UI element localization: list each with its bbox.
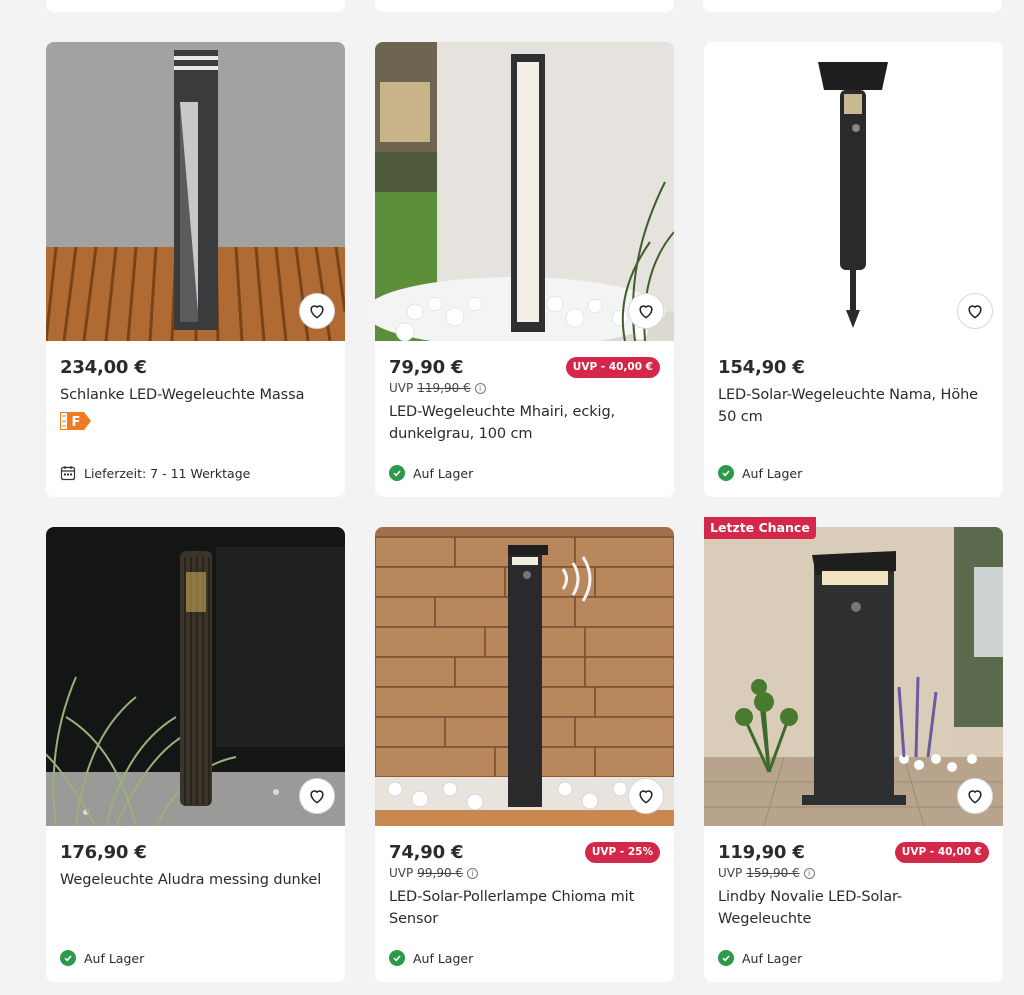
info-icon[interactable]: i [474,382,486,394]
heart-icon [310,790,324,804]
heart-icon [639,790,653,804]
energy-class-icon: F [60,412,91,430]
discount-badge: UVP - 40,00 € [565,357,660,378]
product-photo [375,42,674,341]
uvp-price-row: UVP 159,90 € i [718,865,989,881]
wishlist-button[interactable] [628,293,664,329]
uvp-price: 99,90 € [417,866,464,880]
stock-status: Auf Lager [60,950,144,966]
energy-label[interactable]: F [60,412,331,430]
product-image[interactable] [46,527,345,826]
stock-text: Auf Lager [84,950,145,966]
product-photo [46,527,345,826]
product-title[interactable]: Lindby Novalie LED-Solar-Wegeleuchte [718,886,989,930]
stock-text: Auf Lager [742,465,803,481]
product-card[interactable]: 176,90 € Wegeleuchte Aludra messing dunk… [46,527,345,982]
stock-status: Auf Lager [718,465,802,481]
product-price: 234,00 € [60,357,147,378]
product-card[interactable]: 74,90 € UVP 99,90 € i UVP - 25% LED-Sola… [375,527,674,982]
stock-status: Auf Lager [389,950,473,966]
product-info: 234,00 € Schlanke LED-Wegeleuchte Massa … [46,341,345,497]
stock-text: Auf Lager [413,950,474,966]
wishlist-button[interactable] [299,293,335,329]
product-image[interactable] [375,527,674,826]
product-photo [704,527,1003,826]
check-circle-icon [718,950,734,966]
product-card[interactable]: 154,90 € LED-Solar-Wegeleuchte Nama, Höh… [704,42,1003,497]
product-grid: 234,00 € Schlanke LED-Wegeleuchte Massa … [46,42,1003,982]
product-price: 154,90 € [718,357,805,378]
product-image[interactable] [375,42,674,341]
heart-icon [639,305,653,319]
uvp-price-row: UVP 119,90 € i [389,380,660,396]
uvp-price: 159,90 € [746,866,800,880]
product-info: 79,90 € UVP 119,90 € i UVP - 40,00 € LED… [375,341,674,497]
product-info: 119,90 € UVP 159,90 € i UVP - 40,00 € Li… [704,826,1003,982]
check-circle-icon [718,465,734,481]
uvp-price: 119,90 € [417,381,471,395]
uvp-price-row: UVP 99,90 € i [389,865,660,881]
stock-text: Auf Lager [413,465,474,481]
check-circle-icon [60,950,76,966]
product-price: 176,90 € [60,842,147,863]
product-title[interactable]: LED-Solar-Pollerlampe Chioma mit Sensor [389,886,660,930]
product-image[interactable] [704,527,1003,826]
product-card[interactable]: 234,00 € Schlanke LED-Wegeleuchte Massa … [46,42,345,497]
product-image[interactable] [46,42,345,341]
uvp-label: UVP [389,866,414,880]
uvp-label: UVP [389,381,414,395]
product-info: 74,90 € UVP 99,90 € i UVP - 25% LED-Sola… [375,826,674,982]
heart-icon [968,305,982,319]
product-image[interactable] [704,42,1003,341]
uvp-label: UVP [718,866,743,880]
product-photo [704,42,1003,341]
check-circle-icon [389,950,405,966]
last-chance-flag: Letzte Chance [704,517,816,539]
product-info: 154,90 € LED-Solar-Wegeleuchte Nama, Höh… [704,341,1003,497]
product-photo [46,42,345,341]
product-title[interactable]: LED-Wegeleuchte Mhairi, eckig, dunkelgra… [389,401,660,445]
product-info: 176,90 € Wegeleuchte Aludra messing dunk… [46,826,345,982]
product-card[interactable]: Letzte Chance 119,90 € UVP 159,90 € i UV… [704,517,1003,982]
discount-badge: UVP - 25% [584,842,660,863]
energy-class-text: F [72,415,81,430]
heart-icon [968,790,982,804]
calendar-icon [60,466,76,481]
stock-text: Auf Lager [742,950,803,966]
heart-icon [310,305,324,319]
product-card-partial[interactable] [375,0,674,12]
wishlist-button[interactable] [628,778,664,814]
check-circle-icon [389,465,405,481]
info-icon[interactable]: i [467,867,479,879]
stock-status: Auf Lager [389,465,473,481]
product-card-partial[interactable] [703,0,1002,12]
delivery-time: Lieferzeit: 7 - 11 Werktage [60,465,250,481]
wishlist-button[interactable] [957,293,993,329]
product-photo [375,527,674,826]
product-card[interactable]: 79,90 € UVP 119,90 € i UVP - 40,00 € LED… [375,42,674,497]
product-card-partial[interactable] [46,0,345,12]
product-title[interactable]: LED-Solar-Wegeleuchte Nama, Höhe 50 cm [718,384,989,428]
delivery-text: Lieferzeit: 7 - 11 Werktage [84,465,251,481]
info-icon[interactable]: i [803,867,815,879]
product-title[interactable]: Schlanke LED-Wegeleuchte Massa [60,384,331,406]
product-title[interactable]: Wegeleuchte Aludra messing dunkel [60,869,331,891]
wishlist-button[interactable] [957,778,993,814]
wishlist-button[interactable] [299,778,335,814]
discount-badge: UVP - 40,00 € [894,842,989,863]
stock-status: Auf Lager [718,950,802,966]
